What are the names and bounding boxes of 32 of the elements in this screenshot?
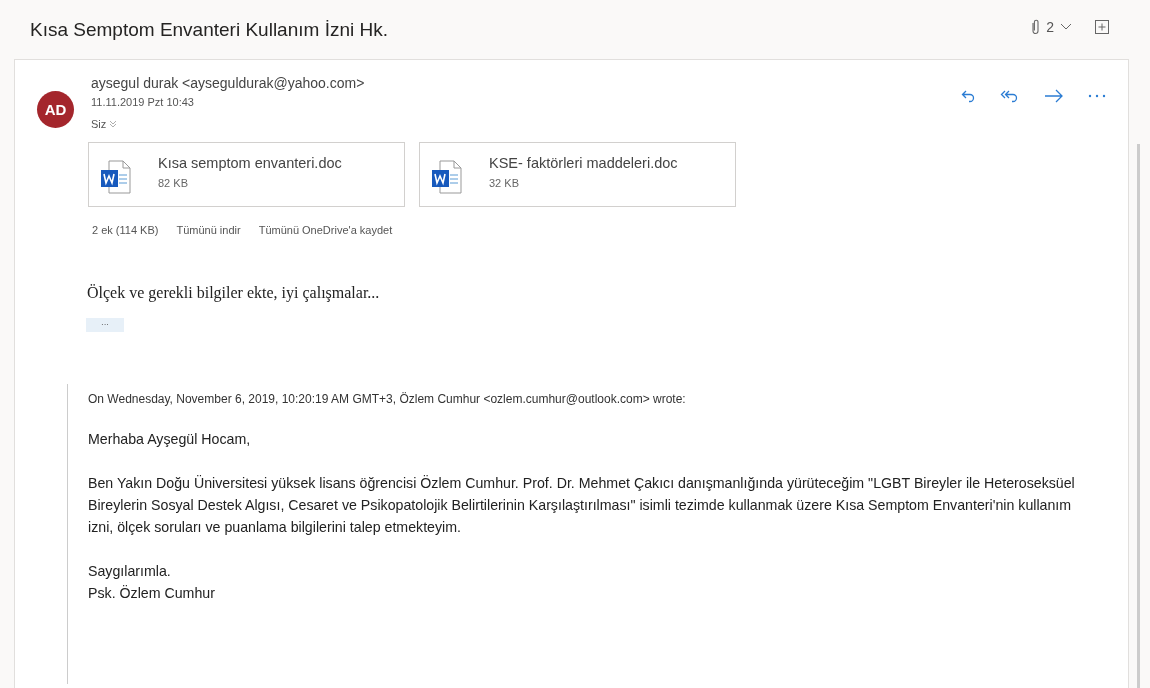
attachment-name: KSE- faktörleri maddeleri.doc — [489, 155, 678, 171]
attachment-card[interactable]: KSE- faktörleri maddeleri.doc 32 KB — [419, 142, 736, 207]
date: 11.11.2019 Pzt 10:43 — [91, 96, 195, 108]
download-all-link[interactable]: Tümünü indir — [176, 224, 241, 236]
sender[interactable]: aysegul durak <ayseguldurak@yahoo.com> — [91, 75, 960, 91]
message-body: Ölçek ve gerekli bilgiler ekte, iyi çalışmalar... — [86, 283, 381, 302]
expand-icon[interactable] — [1094, 18, 1110, 35]
quoted-text: Ben Yakın Doğu Üniversitesi yüksek lisans öğrencisi Özlem Cumhur. Prof. Dr. Mehmet Çakıcı danışmanlığında yürüteceğim "LGBT Bireyler ile Heteroseksüel Bireylerin Sosyal Destek Algısı, Cesaret ve Psikopatolojik Belirtilerinin Karşılaştırılması" isimli tezimde kullanmak üzere Kısa Semptom Envanteri'nin kullanım izni, ölçek soruları ve puanlama bilgilerini talep etmekteyim. — [88, 474, 1076, 537]
word-document-icon — [99, 159, 133, 195]
email-subject: Kısa Semptom Envanteri Kullanım İzni Hk. — [30, 18, 388, 41]
attachment-size: 32 KB — [489, 177, 520, 189]
quoted-text: Psk. Özlem Cumhur — [88, 584, 216, 603]
attachment-card[interactable]: Kısa semptom envanteri.doc 82 KB — [88, 142, 405, 207]
chevron-down-icon[interactable] — [1060, 22, 1072, 31]
attachment-size: 82 KB — [158, 177, 189, 189]
reply-icon[interactable] — [960, 88, 976, 104]
attachment-summary: 2 ek (114 KB) — [92, 224, 159, 236]
scrollbar-thumb[interactable] — [1137, 144, 1140, 688]
quoted-text: Saygılarımla. — [88, 562, 172, 581]
more-icon[interactable] — [1088, 94, 1106, 98]
quoted-text: Merhaba Ayşegül Hocam, — [88, 430, 252, 449]
reply-all-icon[interactable] — [1000, 88, 1020, 104]
attachment-count[interactable]: 2 — [1046, 18, 1054, 35]
save-to-onedrive-link[interactable]: Tümünü OneDrive'a kaydet — [258, 224, 393, 236]
show-quoted-button[interactable]: ··· — [86, 318, 124, 332]
word-document-icon — [430, 159, 464, 195]
quote-header: On Wednesday, November 6, 2019, 10:20:19 AM GMT+3, Özlem Cumhur <ozlem.cumhur@outlook.com> wrote: — [88, 392, 687, 406]
attachment-name: Kısa semptom envanteri.doc — [158, 155, 342, 171]
paperclip-icon[interactable] — [1031, 18, 1041, 35]
recipients[interactable]: Siz — [91, 118, 107, 130]
avatar: AD — [37, 91, 74, 128]
forward-icon[interactable] — [1044, 88, 1064, 104]
